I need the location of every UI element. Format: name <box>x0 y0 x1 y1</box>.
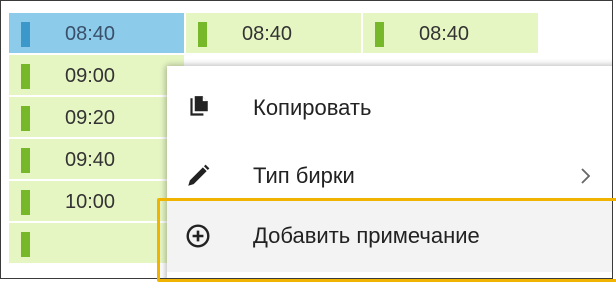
slot-time: 10:00 <box>65 191 116 213</box>
slot-time: 08:40 <box>65 23 116 45</box>
time-slot[interactable]: 08:40 <box>363 13 538 55</box>
copy-icon <box>190 96 208 116</box>
add-circle-icon <box>186 224 210 248</box>
menu-item-label: Тип бирки <box>253 163 355 188</box>
slot-marker <box>21 106 30 131</box>
slot-marker <box>375 22 384 47</box>
context-menu: Копировать Тип бирки Добавить примечание <box>167 66 612 278</box>
schedule-window: 08:40 09:00 09:20 09:40 10:00 08:40 08:4… <box>0 0 613 279</box>
slot-marker <box>21 232 30 257</box>
time-slot[interactable]: 09:40 <box>9 139 184 181</box>
slot-time: 08:40 <box>242 23 293 45</box>
slot-time: 09:40 <box>65 149 116 171</box>
slot-marker <box>198 22 207 47</box>
menu-item-label: Копировать <box>253 95 372 120</box>
time-slot-selected[interactable]: 08:40 <box>9 13 184 55</box>
menu-item-add-note[interactable]: Добавить примечание <box>167 200 612 272</box>
slot-marker <box>21 148 30 173</box>
slot-time: 09:20 <box>65 107 116 129</box>
time-slot[interactable] <box>9 223 184 265</box>
slot-marker <box>21 22 30 47</box>
menu-item-label: Добавить примечание <box>253 223 480 248</box>
menu-item-copy[interactable]: Копировать <box>167 74 612 142</box>
pencil-icon <box>188 164 210 186</box>
time-slot[interactable]: 08:40 <box>186 13 361 55</box>
time-slot[interactable]: 09:20 <box>9 97 184 139</box>
slot-time: 08:40 <box>419 23 470 45</box>
slot-marker <box>21 190 30 215</box>
time-slot[interactable]: 09:00 <box>9 55 184 97</box>
time-slot[interactable]: 10:00 <box>9 181 184 223</box>
slot-marker <box>21 64 30 89</box>
chevron-right-icon <box>581 168 591 184</box>
slot-time: 09:00 <box>65 65 116 87</box>
